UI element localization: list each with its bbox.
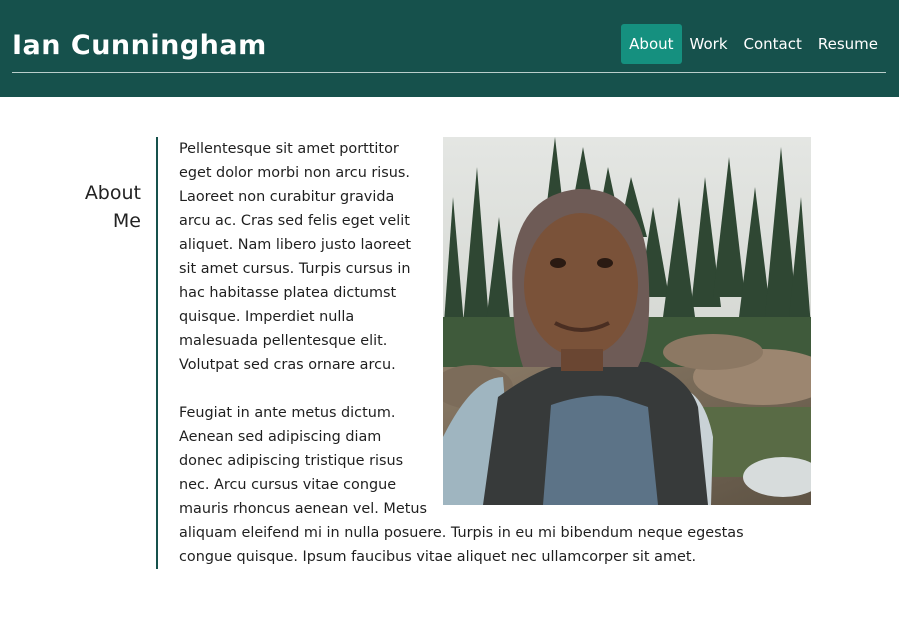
main-nav: About Work Contact Resume [621,24,886,64]
site-header: Ian Cunningham About Work Contact Resume [0,0,899,97]
nav-resume[interactable]: Resume [810,24,886,64]
site-title[interactable]: Ian Cunningham [12,30,267,61]
section-heading: About Me [21,179,141,235]
about-section: About Me Pellentesque sit amet porttitor… [0,97,899,619]
section-divider [156,137,158,569]
about-text: Pellentesque sit amet porttitor eget dol… [179,137,811,569]
header-divider [12,72,886,73]
nav-work[interactable]: Work [682,24,736,64]
section-heading-line2: Me [112,210,141,232]
profile-photo [443,137,811,505]
nav-about[interactable]: About [621,24,682,64]
nav-contact[interactable]: Contact [736,24,810,64]
section-heading-line1: About [84,182,141,204]
